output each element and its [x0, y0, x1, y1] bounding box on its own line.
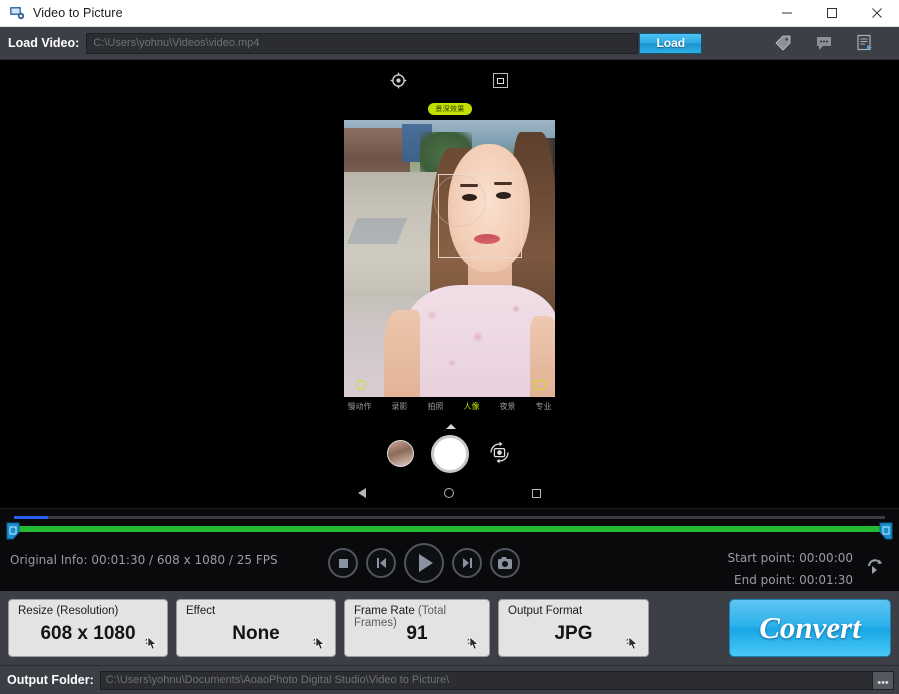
selection-range-bar[interactable] — [14, 526, 885, 532]
camera-mode-pro[interactable]: 专业 — [536, 401, 552, 412]
load-video-bar: Load Video: C:\Users\yohnu\Videos\video.… — [0, 27, 899, 60]
hdr-toggle-icon[interactable] — [493, 73, 508, 88]
resize-card-title: Resize (Resolution) — [18, 605, 119, 617]
android-nav-bar — [0, 488, 899, 498]
effect-card-title: Effect — [186, 605, 216, 617]
snapshot-button[interactable] — [490, 548, 520, 578]
reset-points-icon[interactable] — [865, 557, 885, 577]
flip-camera-icon[interactable] — [486, 439, 513, 466]
load-button[interactable]: Load — [639, 32, 703, 54]
camera-mode-portrait[interactable]: 人像 — [464, 401, 480, 412]
camera-mode-list: 慢动作 录影 拍照 人像 夜景 专业 — [0, 401, 899, 412]
home-nav-icon[interactable] — [444, 488, 454, 498]
video-subject-arm-left — [384, 310, 420, 397]
playback-progress-track[interactable] — [14, 516, 885, 519]
report-icon[interactable] — [855, 33, 875, 53]
face-detection-box — [438, 174, 522, 258]
playback-controls — [328, 543, 520, 583]
output-format-card[interactable]: Output Format JPG — [498, 599, 649, 657]
video-tile-marking — [346, 218, 408, 244]
video-path-input[interactable]: C:\Users\yohnu\Videos\video.mp4 — [86, 32, 639, 54]
frame-rate-card-title-main: Frame Rate — [354, 605, 418, 617]
camera-mode-video[interactable]: 录影 — [392, 401, 408, 412]
filter-mode-icon — [535, 380, 545, 390]
output-folder-bar: Output Folder: C:\Users\yohnu\Documents\… — [0, 665, 899, 694]
effect-badge: 景深效果 — [428, 103, 472, 115]
camera-controls — [0, 435, 899, 481]
loadbar-icon-group — [773, 33, 875, 53]
title-bar: Video to Picture — [0, 0, 899, 27]
start-point-handle[interactable] — [6, 522, 20, 540]
output-folder-label: Output Folder: — [7, 673, 94, 687]
timeline-panel: Original Info: 00:01:30 / 608 x 1080 / 2… — [0, 508, 899, 591]
camera-top-bar — [0, 72, 899, 92]
play-button[interactable] — [404, 543, 444, 583]
comment-icon[interactable] — [814, 33, 834, 53]
effect-card-value: None — [232, 623, 280, 644]
recents-nav-icon[interactable] — [532, 488, 541, 498]
click-cursor-icon — [467, 636, 483, 652]
minimize-button[interactable] — [764, 0, 809, 27]
click-cursor-icon — [145, 636, 161, 652]
gallery-thumbnail[interactable] — [387, 440, 414, 467]
end-point-handle[interactable] — [879, 522, 893, 540]
window-controls — [764, 0, 899, 27]
camera-mode-slowmo[interactable]: 慢动作 — [348, 401, 372, 412]
output-folder-input[interactable]: C:\Users\yohnu\Documents\AoaoPhoto Digit… — [99, 670, 873, 690]
previous-frame-button[interactable] — [366, 548, 396, 578]
video-frame[interactable] — [344, 120, 555, 397]
tag-icon[interactable] — [773, 33, 793, 53]
camera-mode-night[interactable]: 夜景 — [500, 401, 516, 412]
shutter-button[interactable] — [431, 435, 469, 473]
start-point-text: Start point: 00:00:00 — [727, 551, 853, 565]
effect-card[interactable]: Effect None — [176, 599, 336, 657]
settings-bar: Resize (Resolution) 608 x 1080 Effect No… — [0, 591, 899, 665]
resize-card[interactable]: Resize (Resolution) 608 x 1080 — [8, 599, 168, 657]
browse-folder-button[interactable]: ••• — [872, 670, 894, 690]
range-points: Start point: 00:00:00 End point: 00:01:3… — [728, 547, 853, 591]
end-point-text: End point: 00:01:30 — [734, 573, 853, 587]
output-format-card-title: Output Format — [508, 605, 583, 617]
back-nav-icon[interactable] — [358, 488, 366, 498]
camera-mode-photo[interactable]: 拍照 — [428, 401, 444, 412]
chevron-up-icon — [446, 424, 456, 429]
frame-rate-card[interactable]: Frame Rate (Total Frames) 91 — [344, 599, 490, 657]
camera-settings-icon[interactable] — [390, 72, 407, 89]
convert-button[interactable]: Convert — [729, 599, 891, 657]
close-button[interactable] — [854, 0, 899, 27]
app-icon — [9, 5, 25, 21]
window-title: Video to Picture — [33, 6, 123, 20]
click-cursor-icon — [313, 636, 329, 652]
stop-button[interactable] — [328, 548, 358, 578]
video-preview-stage: 景深效果 慢动作 录影 拍照 人像 夜景 专业 — [0, 60, 899, 508]
next-frame-button[interactable] — [452, 548, 482, 578]
playback-progress-fill — [14, 516, 48, 519]
resize-card-value: 608 x 1080 — [40, 623, 136, 644]
video-to-picture-app: Video to Picture Load Video: C:\Users\yo… — [0, 0, 899, 694]
beauty-mode-icon — [356, 380, 366, 390]
load-video-label: Load Video: — [8, 36, 80, 50]
original-info-text: Original Info: 00:01:30 / 608 x 1080 / 2… — [10, 553, 278, 567]
maximize-button[interactable] — [809, 0, 854, 27]
click-cursor-icon — [626, 636, 642, 652]
